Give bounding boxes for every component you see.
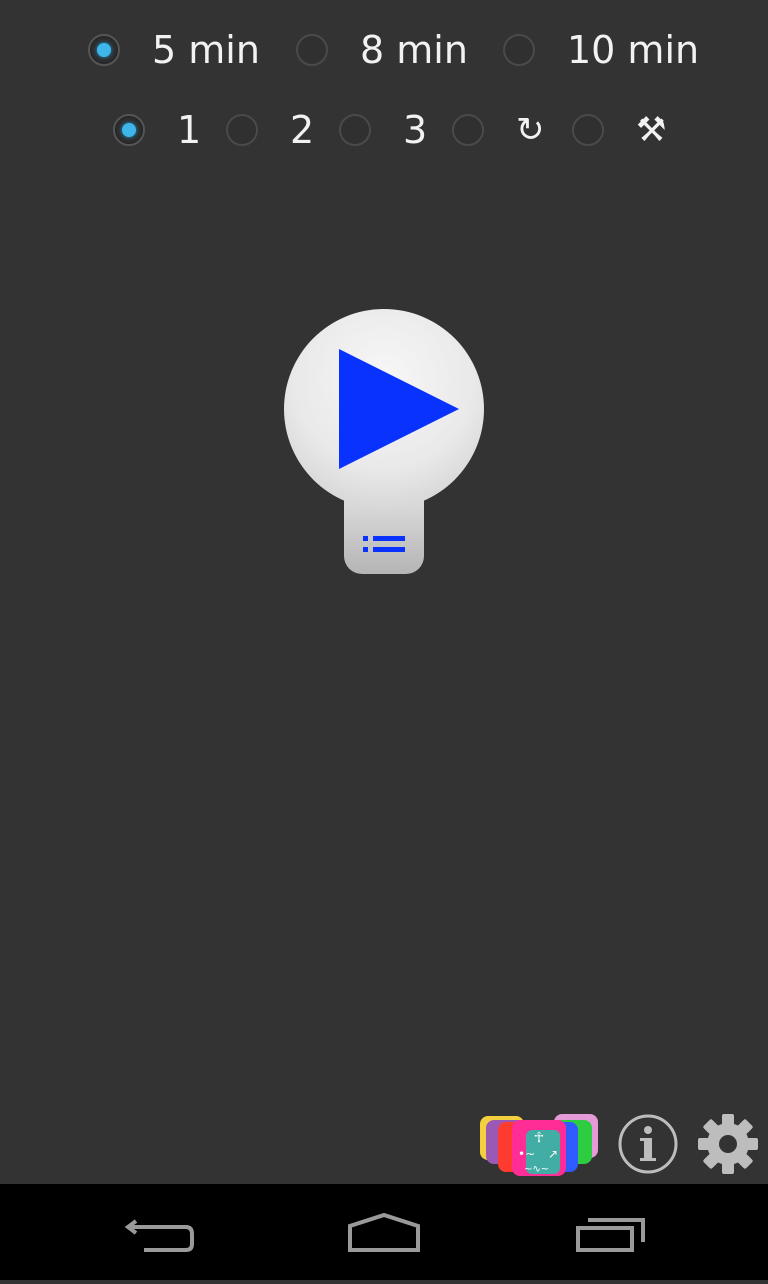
play-button[interactable]: [284, 309, 484, 509]
colorful-apps-icon[interactable]: ☥ •~ ↗ ~∿~: [478, 1112, 600, 1178]
option-label: 3: [403, 108, 428, 152]
system-navigation-bar: [0, 1184, 768, 1280]
mode-option-tools[interactable]: ⚒: [572, 110, 666, 150]
tools-icon: ⚒: [636, 110, 667, 150]
option-label: 10 min: [567, 28, 700, 72]
svg-text:•~: •~: [518, 1147, 535, 1161]
back-button[interactable]: [100, 1184, 220, 1280]
radio-button[interactable]: [113, 114, 145, 146]
radio-button[interactable]: [503, 34, 535, 66]
radio-button[interactable]: [296, 34, 328, 66]
radio-button[interactable]: [572, 114, 604, 146]
option-label: 8 min: [360, 28, 468, 72]
duration-option-10min[interactable]: 10 min: [503, 30, 699, 70]
duration-option-5min[interactable]: 5 min: [88, 30, 260, 70]
svg-text:☥: ☥: [534, 1130, 544, 1146]
list-icon: [363, 536, 405, 552]
mode-option-repeat[interactable]: ↻: [452, 110, 545, 150]
duration-radio-group: 5 min 8 min 10 min: [0, 30, 768, 70]
duration-option-8min[interactable]: 8 min: [296, 30, 468, 70]
recents-icon: [576, 1218, 645, 1252]
svg-text:↗: ↗: [548, 1147, 558, 1161]
mode-option-1[interactable]: 1: [113, 110, 201, 150]
home-button[interactable]: [324, 1184, 444, 1280]
mode-option-2[interactable]: 2: [226, 110, 314, 150]
repeat-icon: ↻: [516, 110, 545, 150]
back-icon: [124, 1219, 194, 1252]
radio-button[interactable]: [452, 114, 484, 146]
home-icon: [348, 1212, 420, 1252]
radio-button[interactable]: [88, 34, 120, 66]
option-label: 1: [177, 108, 202, 152]
mode-radio-group: 1 2 3 ↻ ⚒: [0, 110, 768, 150]
gear-icon[interactable]: [697, 1113, 759, 1175]
option-label: 2: [290, 108, 315, 152]
radio-button[interactable]: [226, 114, 258, 146]
option-label: 5 min: [152, 28, 260, 72]
bottom-toolbar: ☥ •~ ↗ ~∿~: [0, 1110, 768, 1180]
recents-button[interactable]: [550, 1184, 670, 1280]
radio-button[interactable]: [339, 114, 371, 146]
mode-option-3[interactable]: 3: [339, 110, 427, 150]
play-icon: [339, 349, 459, 469]
svg-text:~∿~: ~∿~: [524, 1164, 549, 1175]
play-control: [284, 309, 484, 579]
info-icon[interactable]: [617, 1113, 679, 1175]
